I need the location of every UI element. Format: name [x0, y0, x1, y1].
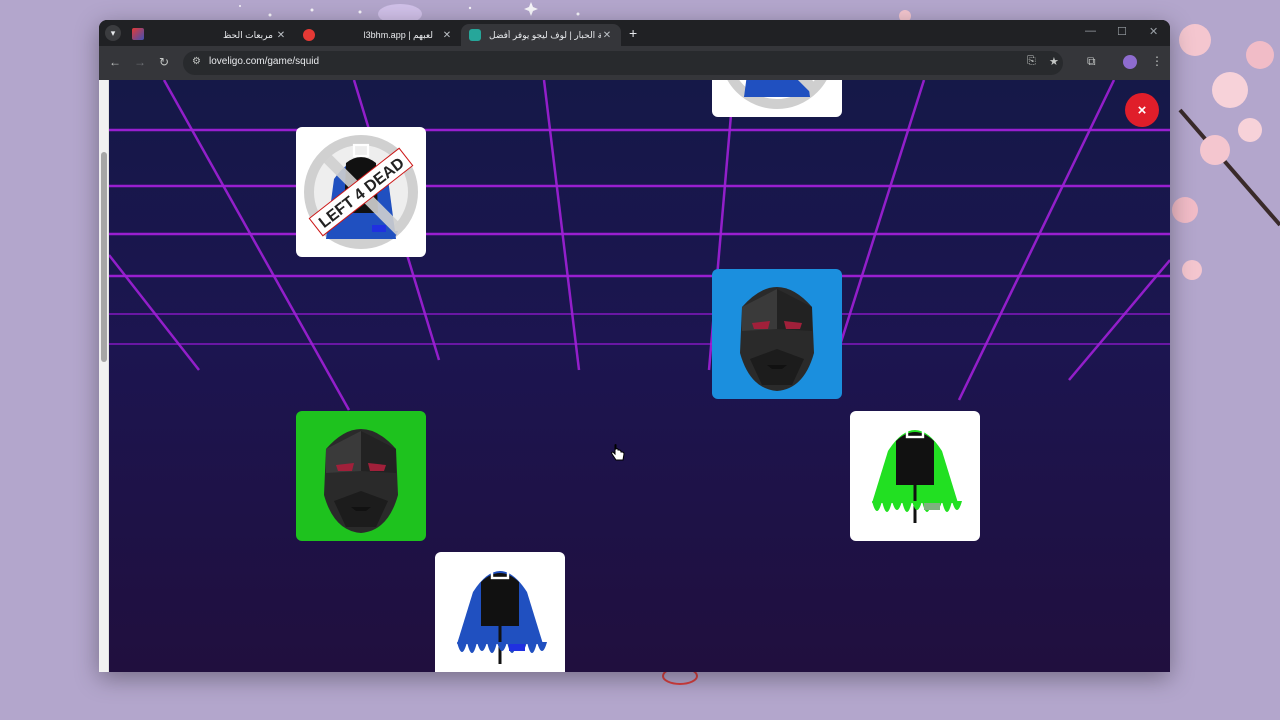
- extensions-icon[interactable]: ⧉: [1087, 54, 1096, 69]
- tab-squid-game[interactable]: لعبة الحبار | لوف ليجو يوفر أفضل ✕: [461, 24, 621, 46]
- hood-icon: [872, 423, 962, 523]
- tab-close-icon[interactable]: ✕: [441, 30, 453, 41]
- tab-favicon-icon: [303, 29, 315, 41]
- reload-icon[interactable]: ↻: [159, 55, 169, 69]
- tab-l3bhm[interactable]: l3bhm.app | لعبهم ✕: [295, 24, 461, 46]
- tab-title: مربعات الحظ: [223, 29, 273, 40]
- toolbar: ← → ↻ ⚙ loveligo.com/game/squid ⎘ ★ ⧉ ⋮: [99, 46, 1170, 80]
- url-text: loveligo.com/game/squid: [209, 56, 320, 67]
- tab-close-icon[interactable]: ✕: [275, 30, 287, 41]
- translate-icon[interactable]: ⎘: [1027, 55, 1036, 68]
- tab-strip: ▾ مربعات الحظ ✕ l3bhm.app | لعبهم ✕ لعبة…: [99, 20, 1170, 46]
- tab-title: لعبة الحبار | لوف ليجو يوفر أفضل: [489, 29, 601, 40]
- site-info-icon[interactable]: ⚙: [192, 56, 201, 67]
- pinned-tab-icon[interactable]: [132, 28, 144, 40]
- browser-window: ▾ مربعات الحظ ✕ l3bhm.app | لعبهم ✕ لعبة…: [99, 20, 1170, 672]
- card-banned-hood-partial[interactable]: [712, 80, 842, 117]
- banned-hood-icon: [727, 80, 827, 109]
- card-mask-blue[interactable]: [712, 269, 842, 399]
- new-tab-icon[interactable]: +: [629, 25, 637, 41]
- forward-icon[interactable]: →: [134, 55, 146, 69]
- card-hood-blue[interactable]: [435, 552, 565, 672]
- window-close-icon[interactable]: ✕: [1149, 25, 1158, 38]
- tab-lucky-boxes[interactable]: مربعات الحظ ✕: [207, 24, 295, 46]
- tab-search-icon[interactable]: ▾: [105, 25, 121, 41]
- card-hood-green[interactable]: [850, 411, 980, 541]
- tab-title: l3bhm.app | لعبهم: [363, 29, 433, 40]
- scrollbar-thumb[interactable]: [101, 152, 107, 362]
- banned-hood-icon: LEFT 4 DEAD: [304, 135, 418, 249]
- neon-grid-background: [109, 80, 1170, 411]
- hand-cursor-icon: [611, 444, 625, 461]
- profile-avatar[interactable]: [1123, 55, 1137, 69]
- tab-favicon-icon: [469, 29, 481, 41]
- menu-icon[interactable]: ⋮: [1151, 54, 1163, 68]
- hood-icon: [457, 564, 547, 664]
- tab-close-icon[interactable]: ✕: [601, 30, 613, 41]
- mask-icon: [740, 287, 814, 391]
- scrollbar[interactable]: [99, 80, 109, 672]
- card-mask-green[interactable]: [296, 411, 426, 541]
- maximize-icon[interactable]: ☐: [1117, 25, 1127, 38]
- game-board[interactable]: LEFT 4 DEAD ×: [109, 80, 1170, 672]
- back-icon[interactable]: ←: [109, 55, 121, 69]
- minimize-icon[interactable]: —: [1085, 25, 1096, 37]
- page-content: LEFT 4 DEAD ×: [99, 80, 1170, 672]
- address-bar[interactable]: ⚙ loveligo.com/game/squid ⎘ ★: [183, 51, 1063, 75]
- mask-icon: [324, 429, 398, 533]
- bookmark-star-icon[interactable]: ★: [1049, 55, 1059, 68]
- card-banned-hood[interactable]: LEFT 4 DEAD: [296, 127, 426, 257]
- close-game-button[interactable]: ×: [1125, 93, 1159, 127]
